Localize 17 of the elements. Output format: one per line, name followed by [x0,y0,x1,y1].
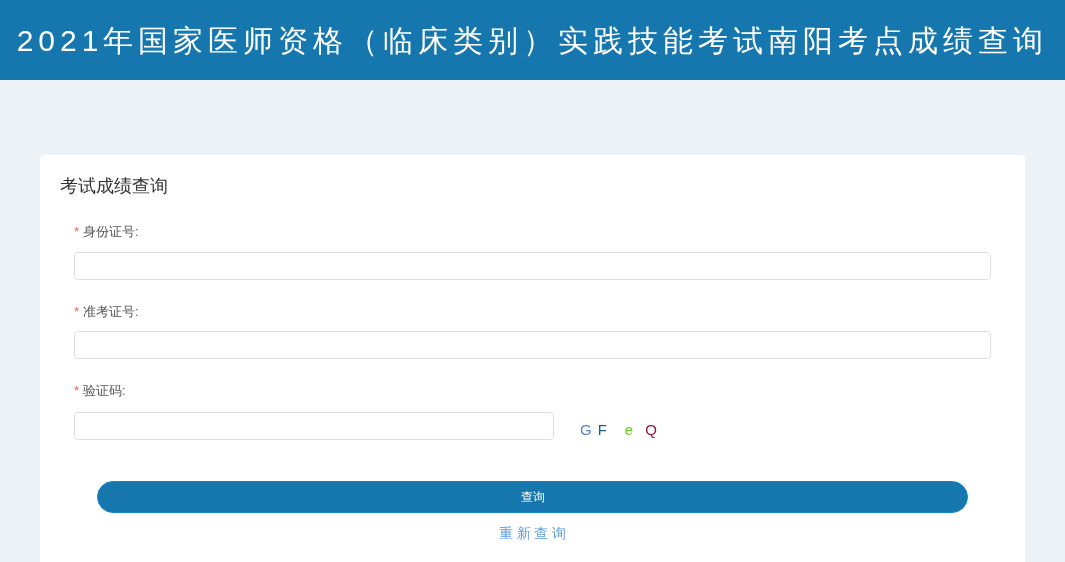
form-title: 考试成绩查询 [60,175,169,198]
page-title: 2021年国家医师资格（临床类别）实践技能考试南阳考点成绩查询 [16,22,1049,59]
query-button[interactable]: 查询 [97,481,968,513]
captcha-char: G [580,419,592,440]
captcha-char: Q [645,419,657,440]
required-mark: * [74,223,80,241]
required-mark: * [74,382,80,400]
field-label: 验证码: [83,382,126,400]
required-mark: * [74,302,80,321]
captcha-char: e [624,419,634,440]
captcha-input-field[interactable] [74,411,554,440]
captcha-char: F [597,419,607,440]
reset-query-link[interactable]: 重 新 查 询 [498,523,567,544]
field-label: 准考证号: [83,302,139,321]
field-label: 身份证号: [83,223,139,241]
input-field[interactable] [74,331,991,359]
input-field[interactable] [74,251,991,280]
